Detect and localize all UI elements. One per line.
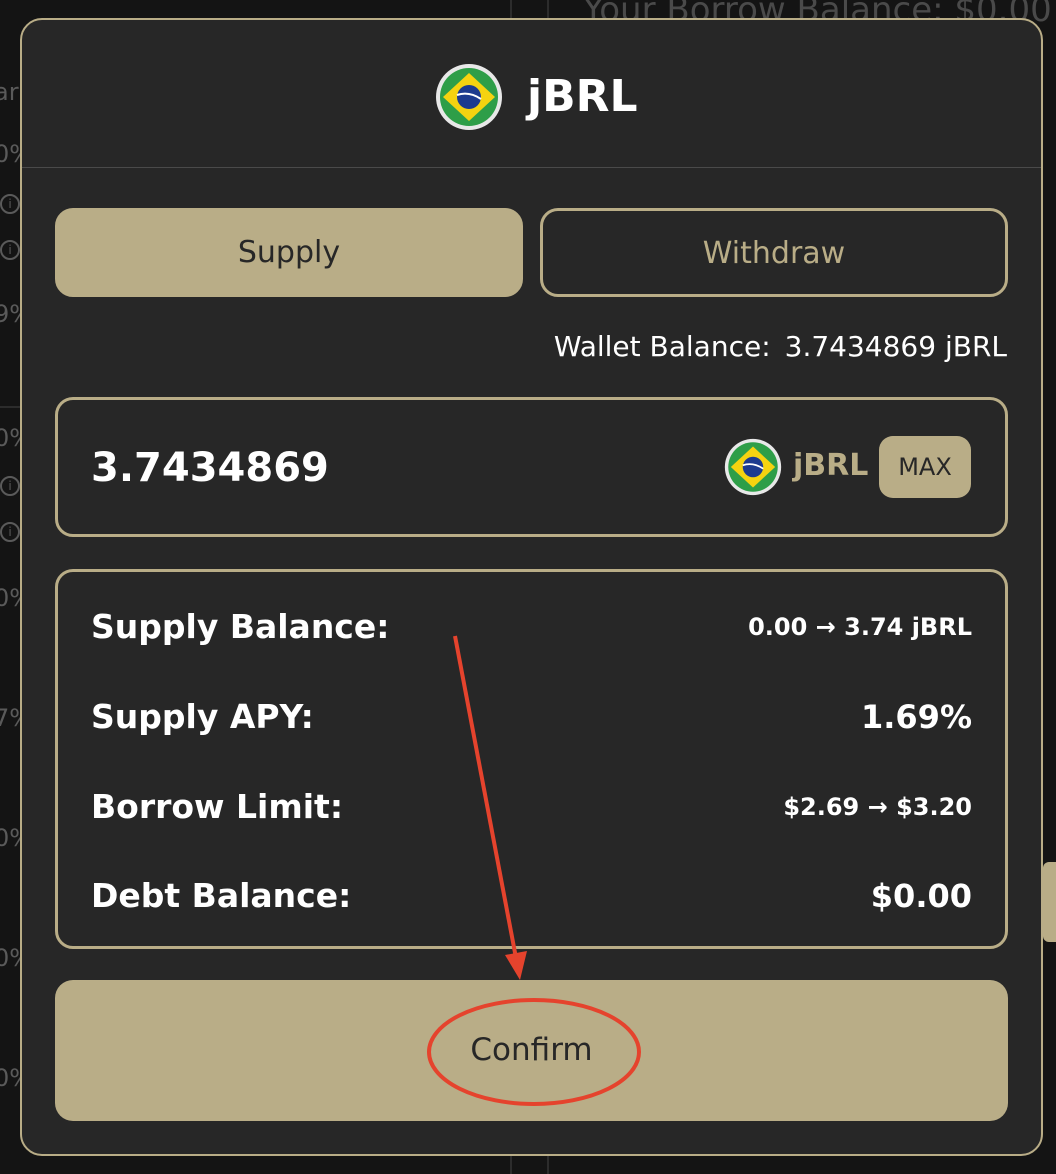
amount-field-container: jBRL MAX bbox=[55, 397, 1008, 537]
brazil-flag-icon bbox=[436, 64, 502, 130]
info-icon[interactable]: i bbox=[0, 240, 20, 260]
modal-header: jBRL bbox=[22, 20, 1041, 168]
modal-title: jBRL bbox=[527, 71, 638, 122]
background-text-fragment: ar bbox=[0, 78, 19, 106]
background-partial-button[interactable] bbox=[1043, 862, 1056, 942]
summary-row-supply-balance: Supply Balance: 0.00 → 3.74 jBRL bbox=[58, 597, 1005, 657]
debt-balance-label: Debt Balance: bbox=[91, 876, 352, 915]
supply-balance-label: Supply Balance: bbox=[91, 607, 390, 646]
brazil-flag-icon bbox=[724, 438, 782, 496]
borrow-limit-label: Borrow Limit: bbox=[91, 787, 344, 826]
supply-modal: jBRL Supply Withdraw Wallet Balance: 3.74… bbox=[20, 18, 1043, 1156]
info-icon[interactable]: i bbox=[0, 194, 20, 214]
summary-row-supply-apy: Supply APY: 1.69% bbox=[58, 687, 1005, 747]
amount-input[interactable] bbox=[91, 438, 651, 498]
wallet-balance: Wallet Balance: 3.7434869 jBRL bbox=[554, 330, 1007, 363]
max-button[interactable]: MAX bbox=[879, 436, 971, 498]
supply-apy-value: 1.69% bbox=[860, 698, 972, 736]
supply-balance-value: 0.00 → 3.74 jBRL bbox=[748, 613, 972, 641]
tab-supply[interactable]: Supply bbox=[55, 208, 523, 297]
wallet-balance-label: Wallet Balance: bbox=[553, 330, 771, 363]
confirm-button[interactable]: Confirm bbox=[55, 980, 1008, 1121]
info-icon[interactable]: i bbox=[0, 476, 20, 496]
borrow-limit-value: $2.69 → $3.20 bbox=[783, 793, 972, 821]
info-icon[interactable]: i bbox=[0, 522, 20, 542]
tab-withdraw[interactable]: Withdraw bbox=[540, 208, 1008, 297]
summary-row-borrow-limit: Borrow Limit: $2.69 → $3.20 bbox=[58, 777, 1005, 837]
background-divider bbox=[0, 406, 22, 408]
debt-balance-value: $0.00 bbox=[870, 877, 972, 915]
wallet-balance-value: 3.7434869 jBRL bbox=[784, 330, 1007, 363]
amount-token-label: jBRL bbox=[793, 448, 869, 483]
supply-apy-label: Supply APY: bbox=[91, 697, 314, 736]
transaction-summary: Supply Balance: 0.00 → 3.74 jBRL Supply … bbox=[55, 569, 1008, 949]
summary-row-debt-balance: Debt Balance: $0.00 bbox=[58, 866, 1005, 926]
